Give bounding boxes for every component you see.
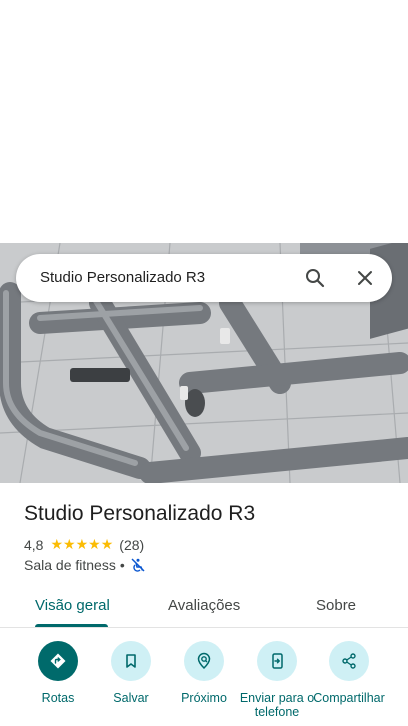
rating-stars: ★ ★ ★ ★ ★ [50, 538, 113, 552]
save-button[interactable]: Salvar [91, 641, 171, 705]
place-sheet: Studio Personalizado R3 4,8 ★ ★ ★ ★ ★ (2… [0, 483, 408, 726]
tab-indicator [35, 624, 108, 627]
send-to-phone-button[interactable]: Enviar para o telefone [237, 641, 317, 719]
place-category: Sala de fitness [24, 557, 116, 573]
nearby-icon [184, 641, 224, 681]
tab-bar: Visão geral Avaliações Sobre [0, 583, 408, 628]
share-label: Compartilhar [313, 691, 385, 705]
separator-dot: • [119, 557, 125, 573]
place-title: Studio Personalizado R3 [24, 502, 256, 525]
tab-about[interactable]: Sobre [316, 597, 356, 614]
star-icon: ★ [75, 537, 89, 553]
category-row: Sala de fitness • [24, 557, 145, 573]
rating-row[interactable]: 4,8 ★ ★ ★ ★ ★ (28) [24, 537, 144, 553]
bookmark-icon [111, 641, 151, 681]
rating-value: 4,8 [24, 537, 44, 553]
star-icon: ★ [88, 537, 101, 553]
nearby-button[interactable]: Próximo [164, 641, 244, 705]
star-icon: ★ [100, 537, 114, 553]
search-query[interactable]: Studio Personalizado R3 [40, 269, 205, 286]
share-button[interactable]: Compartilhar [309, 641, 389, 705]
close-icon[interactable] [353, 266, 377, 290]
map-area[interactable] [0, 0, 408, 243]
nearby-label: Próximo [181, 691, 227, 705]
send-to-phone-icon [257, 641, 297, 681]
no-wheelchair-icon [131, 558, 145, 572]
tab-reviews[interactable]: Avaliações [168, 597, 240, 614]
directions-icon [38, 641, 78, 681]
star-icon: ★ [63, 537, 76, 553]
review-count[interactable]: (28) [119, 537, 144, 553]
directions-button[interactable]: Rotas [18, 641, 98, 705]
search-bar[interactable]: Studio Personalizado R3 [16, 254, 392, 302]
directions-label: Rotas [41, 691, 75, 705]
save-label: Salvar [113, 691, 149, 705]
tab-overview[interactable]: Visão geral [35, 597, 110, 614]
star-icon: ★ [50, 537, 64, 553]
send-to-phone-label: Enviar para o telefone [239, 691, 315, 719]
search-icon[interactable] [303, 266, 327, 290]
share-icon [329, 641, 369, 681]
